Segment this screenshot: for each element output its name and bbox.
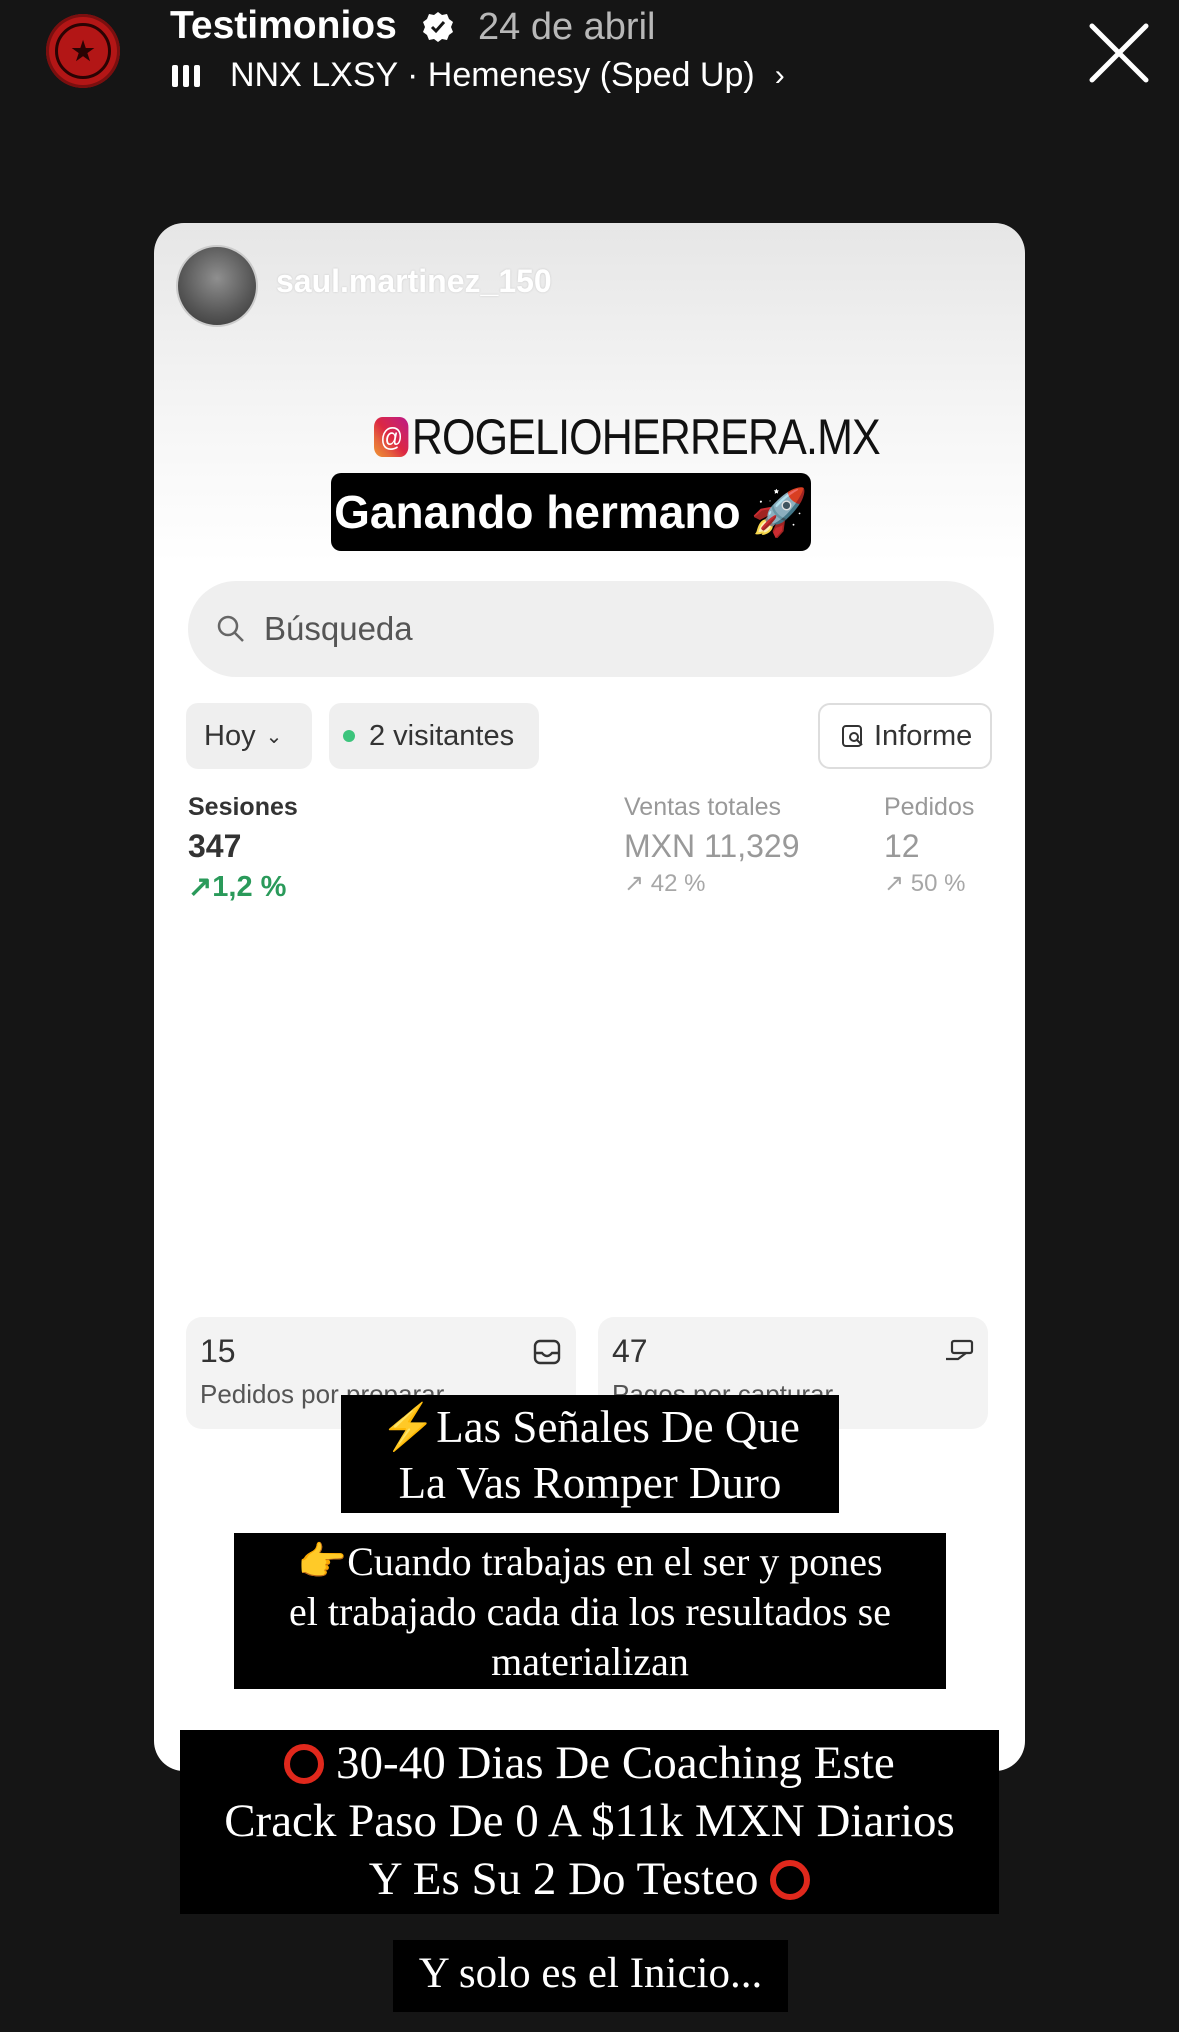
caption-line: Las Señales De Que bbox=[436, 1402, 800, 1452]
payment-hand-icon bbox=[946, 1339, 974, 1361]
caption-line: Y Es Su 2 Do Testeo bbox=[368, 1853, 759, 1905]
caption-line: Y solo es el Inicio... bbox=[418, 1950, 763, 1997]
visitors-label: 2 visitantes bbox=[369, 719, 515, 752]
account-name[interactable]: Testimonios bbox=[170, 4, 397, 48]
caption-line: Cuando trabajas en el ser y pones bbox=[347, 1539, 883, 1584]
metric-orders[interactable]: Pedidos 12 ↗ 50 % bbox=[884, 793, 974, 898]
music-title: NNX LXSY · Hemenesy (Sped Up) bbox=[230, 56, 755, 94]
mention-text: ROGELIOHERRERA.MX bbox=[411, 409, 881, 465]
tile-value: 15 bbox=[200, 1333, 236, 1369]
search-bar[interactable]: Búsqueda bbox=[188, 581, 994, 677]
report-label: Informe bbox=[874, 719, 973, 752]
visitors-chip[interactable]: 2 visitantes bbox=[329, 703, 539, 769]
sessions-chart: 0204012:00 a. m.10:00 a. m.8:00 p. m. bbox=[154, 943, 1025, 1263]
tile-value: 47 bbox=[612, 1333, 648, 1369]
verified-badge-icon bbox=[423, 12, 453, 42]
caption-signals: ⚡Las Señales De Que La Vas Romper Duro bbox=[341, 1395, 839, 1513]
story-user-avatar[interactable] bbox=[176, 245, 258, 327]
search-icon bbox=[217, 615, 244, 642]
red-circle-icon bbox=[284, 1744, 325, 1784]
report-button[interactable]: Informe bbox=[818, 703, 992, 769]
metric-label: Ventas totales bbox=[624, 793, 782, 821]
metric-label: Pedidos bbox=[884, 793, 975, 821]
metric-change: ↗1,2 % bbox=[188, 871, 287, 903]
account-avatar[interactable]: ★ bbox=[46, 14, 120, 88]
mention-handle[interactable]: @ ROGELIOHERRERA.MX bbox=[374, 408, 881, 466]
headline-sticker: Ganando hermano 🚀 bbox=[331, 473, 811, 551]
caption-work: 👉Cuando trabajas en el ser y pones el tr… bbox=[234, 1533, 946, 1689]
caption-line: el trabajado cada dia los resultados se bbox=[289, 1589, 891, 1634]
story-username[interactable]: saul.martinez_150 bbox=[276, 263, 552, 300]
metric-change: ↗ 50 % bbox=[884, 870, 966, 897]
caption-coaching: 30-40 Dias De Coaching Este Crack Paso D… bbox=[180, 1730, 999, 1914]
red-circle-icon bbox=[770, 1860, 811, 1900]
inbox-icon bbox=[533, 1339, 561, 1365]
metric-sales[interactable]: Ventas totales MXN 11,329 ↗ 42 % bbox=[624, 793, 800, 898]
caption-line: La Vas Romper Duro bbox=[398, 1458, 782, 1508]
chevron-right-icon: › bbox=[774, 58, 785, 92]
report-icon bbox=[842, 725, 863, 747]
live-dot-icon bbox=[343, 730, 355, 742]
headline-text: Ganando hermano bbox=[334, 486, 741, 538]
metric-label: Sesiones bbox=[188, 793, 298, 821]
music-link[interactable]: NNX LXSY · Hemenesy (Sped Up) › bbox=[172, 56, 785, 95]
caption-start: Y solo es el Inicio... bbox=[393, 1940, 788, 2012]
instagram-icon: @ bbox=[374, 417, 409, 457]
pointing-hand-icon: 👉 bbox=[297, 1539, 348, 1584]
caption-line: 30-40 Dias De Coaching Este bbox=[336, 1737, 895, 1789]
metric-sessions[interactable]: Sesiones 347 ↗1,2 % bbox=[188, 793, 298, 904]
metric-value: 12 bbox=[884, 828, 920, 864]
close-icon[interactable] bbox=[1084, 18, 1154, 88]
metric-value: MXN 11,329 bbox=[624, 828, 800, 864]
post-date: 24 de abril bbox=[478, 6, 656, 48]
date-filter-label: Hoy bbox=[204, 719, 256, 752]
caption-line: Crack Paso De 0 A $11k MXN Diarios bbox=[224, 1795, 955, 1847]
rocket-icon: 🚀 bbox=[750, 485, 808, 538]
caption-line: materializan bbox=[491, 1639, 689, 1684]
lightning-icon: ⚡ bbox=[380, 1402, 437, 1452]
chevron-down-icon: ⌄ bbox=[265, 725, 283, 748]
music-bars-icon bbox=[172, 64, 200, 87]
metric-change: ↗ 42 % bbox=[624, 870, 706, 897]
metric-value: 347 bbox=[188, 828, 242, 864]
search-placeholder: Búsqueda bbox=[264, 610, 413, 647]
date-filter[interactable]: Hoy ⌄ bbox=[186, 703, 312, 769]
avatar-logo-icon: ★ bbox=[55, 23, 111, 79]
